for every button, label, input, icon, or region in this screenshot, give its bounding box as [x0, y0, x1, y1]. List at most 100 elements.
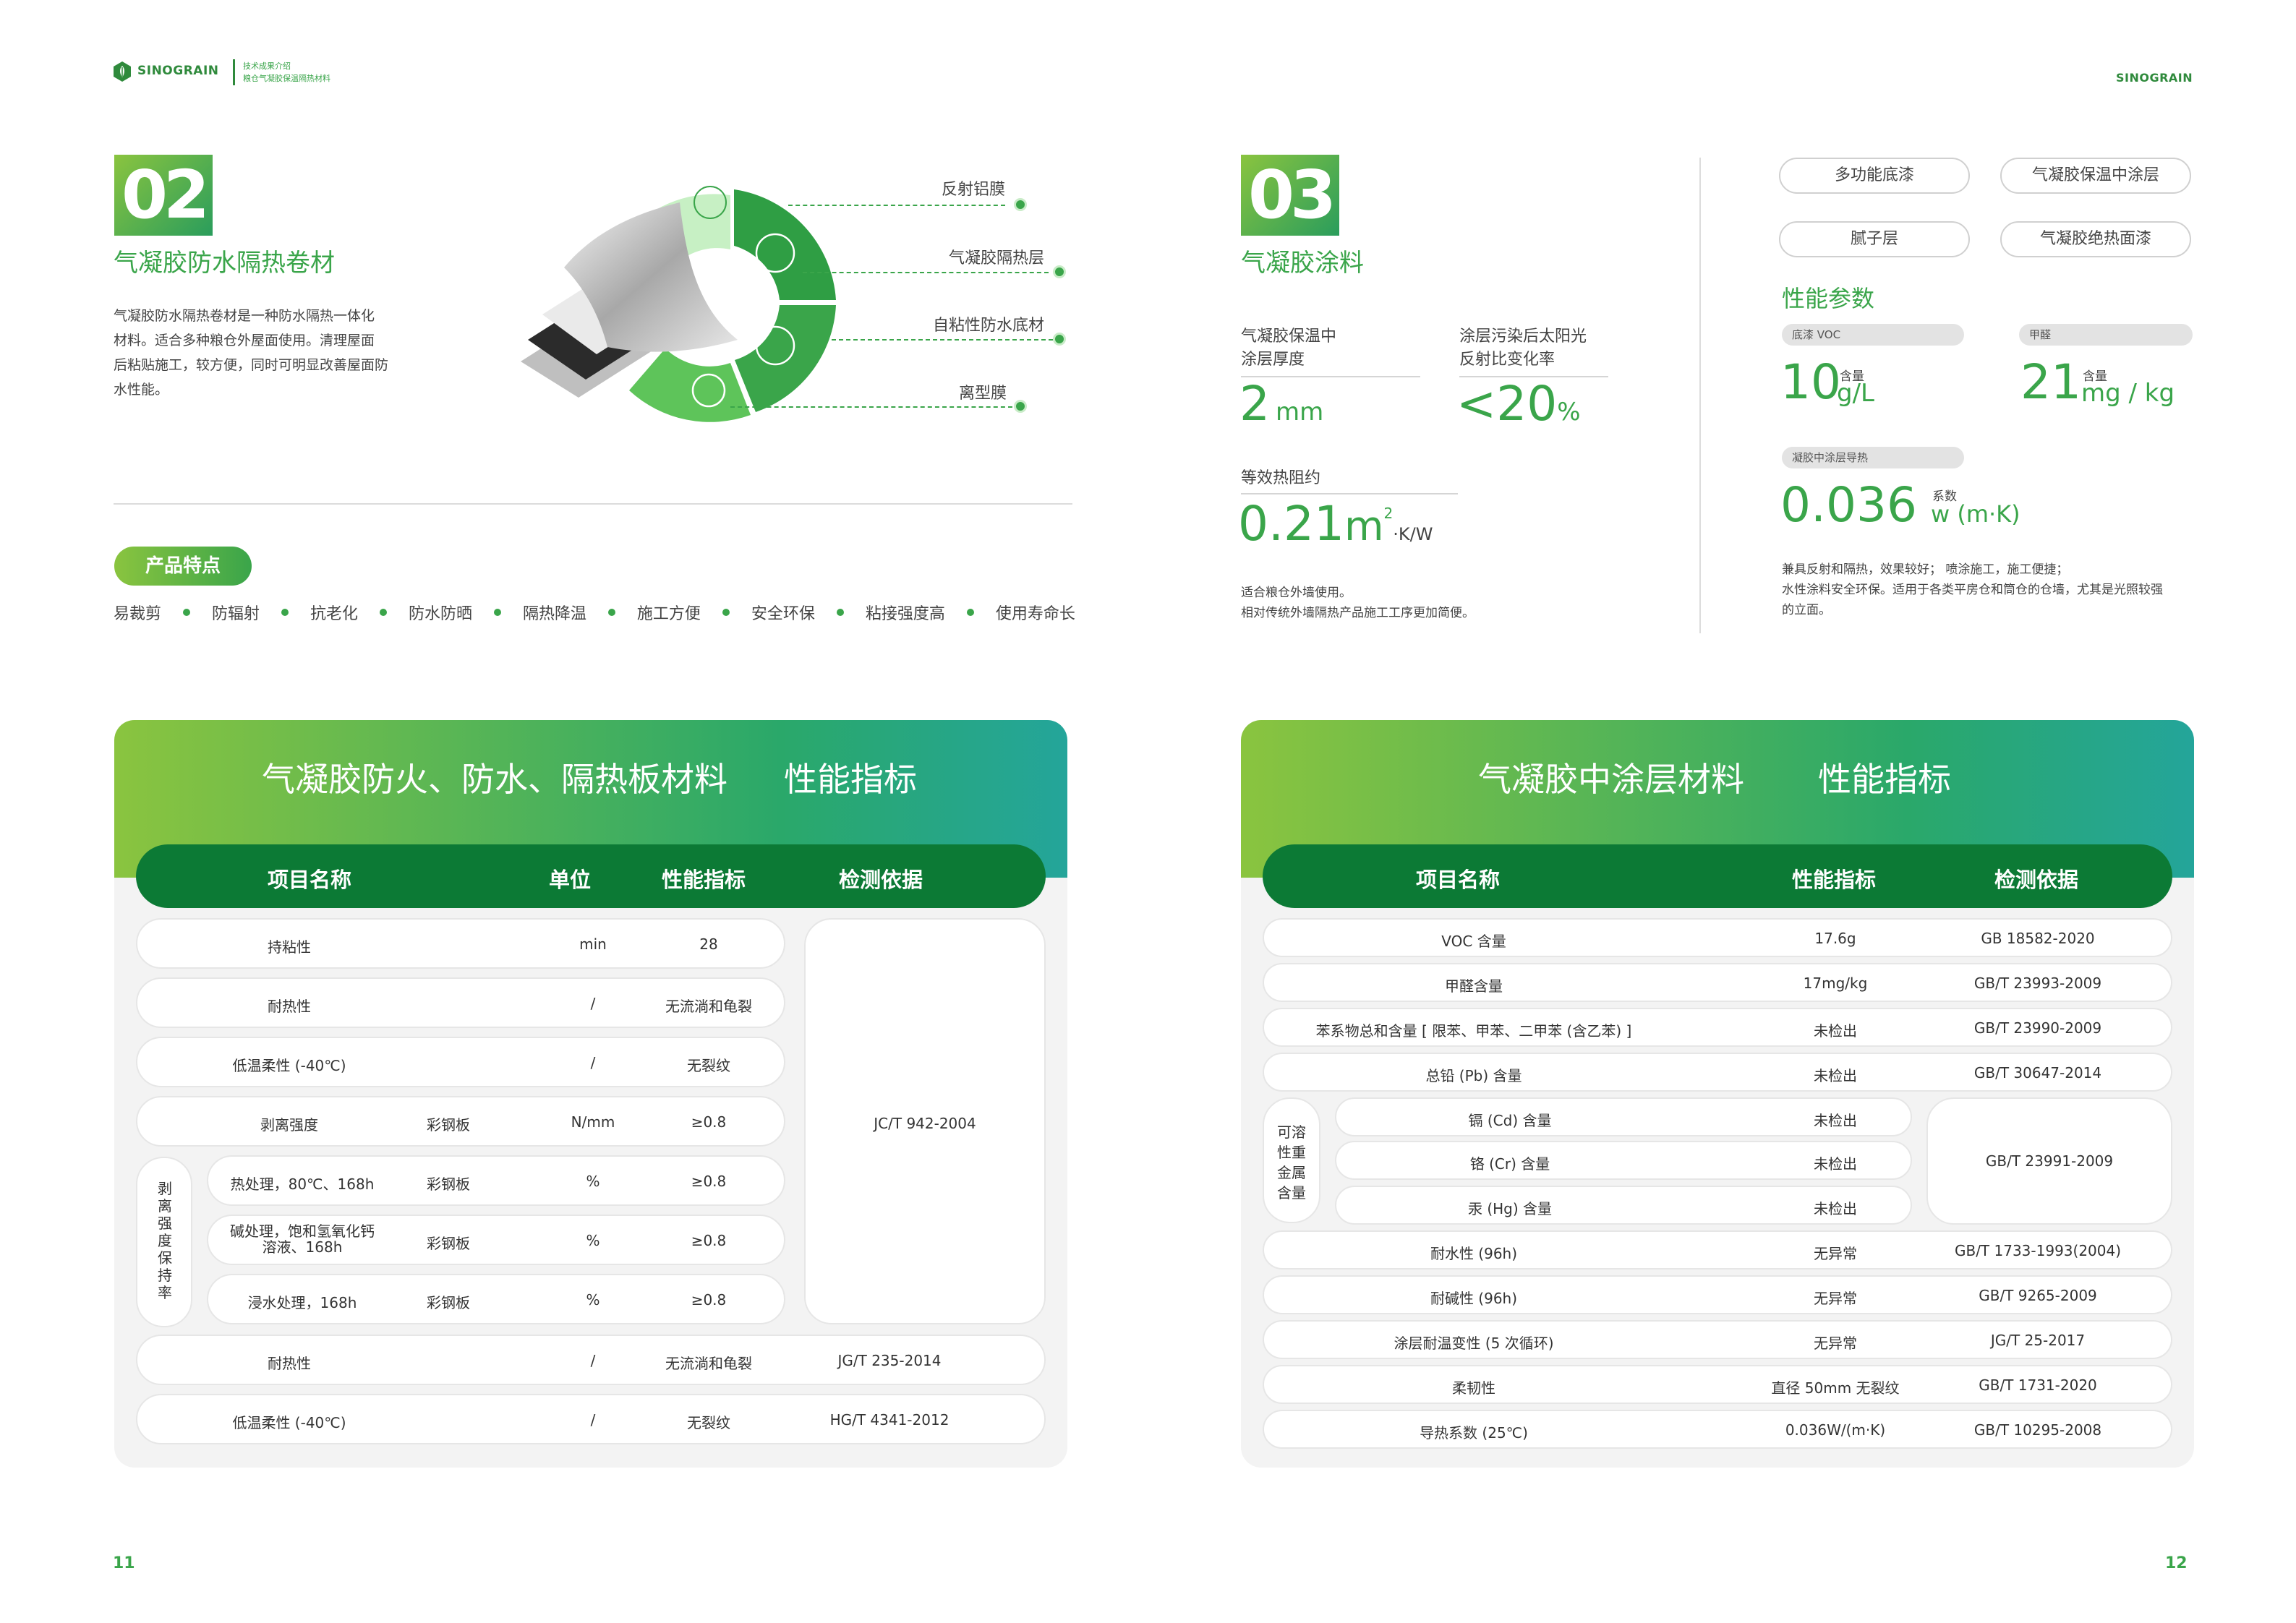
cell-name: 涂层耐温变性 (5 次循环): [1394, 1335, 1554, 1352]
table1-title: 气凝胶防火、防水、隔热板材料: [262, 760, 727, 799]
desc-line: 水性能。: [114, 382, 169, 398]
group-label-line: 性重: [1277, 1144, 1306, 1161]
stat-unit: m: [1344, 503, 1384, 550]
grain-logo-icon: [114, 61, 131, 82]
cell-name: 碱处理，饱和氢氧化钙 溶液、168h: [223, 1223, 382, 1255]
cell-unit: /: [590, 995, 596, 1012]
stat-unit-sup: 2: [1383, 504, 1394, 522]
cell-name: 浸水处理，168h: [247, 1294, 357, 1311]
vertical-divider: [1699, 158, 1701, 633]
page-number-left: 11: [113, 1554, 135, 1572]
note-line: 相对传统外墙隔热产品施工工序更加简便。: [1241, 606, 1475, 620]
cell-name-line: 溶液、168h: [262, 1238, 343, 1256]
callout-line: [803, 339, 1053, 341]
feature-item: 易裁剪: [114, 605, 162, 623]
cell-name: 耐碱性 (96h): [1430, 1290, 1518, 1307]
callout-line: [803, 272, 1049, 273]
cell-basis: GB 18582-2020: [1981, 930, 2095, 947]
cell-value: ≥0.8: [691, 1291, 727, 1309]
table-row: 铬 (Cr) 含量 未检出: [1335, 1141, 1912, 1180]
cell-name: VOC 含量: [1441, 933, 1506, 950]
cell-value: ≥0.8: [691, 1232, 727, 1249]
param-tag: 凝胶中涂层导热: [1782, 447, 1964, 468]
param-tag: 底漆 VOC: [1782, 324, 1964, 346]
table-row: 耐水性 (96h) 无异常 GB/T 1733-1993(2004): [1263, 1230, 2172, 1269]
cell-sub: 彩钢板: [427, 1235, 470, 1252]
stat-label-reflect: 涂层污染后太阳光 反射比变化率: [1459, 325, 1587, 372]
layer-pill: 多功能底漆: [1779, 158, 1970, 194]
table-row: 碱处理，饱和氢氧化钙 溶液、168h 彩钢板 % ≥0.8: [207, 1215, 785, 1265]
group-label: 可溶 性重 金属 含量: [1264, 1122, 1319, 1203]
callout-dot: [1053, 333, 1066, 346]
table-row: VOC 含量 17.6g GB 18582-2020: [1263, 918, 2172, 957]
stat-label-line: 涂层厚度: [1241, 351, 1305, 369]
section-title-02: 气凝胶防水隔热卷材: [114, 249, 335, 278]
cell-sub: 彩钢板: [427, 1176, 470, 1193]
cell-value: 未检出: [1814, 1067, 1857, 1084]
cell-value: 未检出: [1814, 1200, 1857, 1217]
cell-name: 甲醛含量: [1445, 977, 1503, 995]
table1-title-suffix: 性能指标: [784, 760, 917, 799]
cell-name: 低温柔性 (-40℃): [232, 1414, 346, 1431]
sec3-note: 适合粮仓外墙使用。 相对传统外墙隔热产品施工工序更加简便。: [1241, 583, 1475, 623]
table-row: 耐热性 / 无流淌和龟裂 JG/T 235-2014: [136, 1335, 1046, 1385]
table1-column-header: 项目名称 单位 性能指标 检测依据: [136, 844, 1046, 908]
feature-dot: [493, 609, 501, 616]
brand-right: SINOGRAIN: [2116, 71, 2193, 85]
note-line: 适合粮仓外墙使用。: [1241, 586, 1352, 600]
cell-name: 耐热性: [268, 998, 311, 1015]
table-row: 涂层耐温变性 (5 次循环) 无异常 JG/T 25-2017: [1263, 1320, 2172, 1359]
stat-label-resistance: 等效热阻约: [1241, 469, 1321, 487]
feature-dot: [836, 609, 844, 616]
feature-item: 防水防晒: [408, 605, 472, 623]
perf-note: 兼具反射和隔热，效果较好； 喷涂施工，施工便捷； 水性涂料安全环保。适用于各类平…: [1782, 560, 2163, 620]
cell-value: 无流淌和龟裂: [665, 998, 752, 1015]
cell-basis: JG/T 235-2014: [837, 1352, 942, 1369]
feature-item: 隔热降温: [522, 605, 586, 623]
cell-value: 无异常: [1814, 1335, 1857, 1352]
cell-sub: 彩钢板: [427, 1116, 470, 1134]
stat-label-line: 气凝胶保温中: [1241, 327, 1337, 346]
cell-value: 0.036W/(m·K): [1785, 1421, 1886, 1439]
param-unit: mg / kg: [2081, 379, 2175, 408]
cell-name: 持粘性: [268, 938, 311, 956]
cell-value: 无裂纹: [687, 1057, 730, 1074]
cell-name: 苯系物总和含量 [ 限苯、甲苯、二甲苯 (含乙苯) ]: [1315, 1022, 1632, 1040]
callout-dot: [1053, 265, 1066, 278]
cell-value: 17mg/kg: [1803, 975, 1868, 992]
feature-item: 抗老化: [310, 605, 358, 623]
stat-number: 2: [1239, 376, 1270, 432]
stat-value-reflect: <20%: [1456, 376, 1581, 432]
stat-unit-tail: ·K/W: [1393, 524, 1433, 544]
cell-value: 未检出: [1814, 1155, 1857, 1173]
header-divider: [233, 59, 235, 85]
cell-value: 28: [699, 935, 718, 953]
cell-unit: /: [590, 1411, 596, 1429]
layer-pill: 腻子层: [1779, 221, 1970, 257]
group-label-line: 含量: [1277, 1184, 1306, 1202]
callout-label: 离型膜: [959, 385, 1007, 403]
table-row: 低温柔性 (-40℃) / 无裂纹 HG/T 4341-2012: [136, 1394, 1046, 1444]
brand-left: SINOGRAIN: [137, 64, 219, 78]
feature-item: 施工方便: [636, 605, 701, 623]
cell-value: 未检出: [1814, 1022, 1857, 1040]
feature-dot: [966, 609, 974, 616]
callout-line: [788, 205, 1005, 206]
group-label-cell: 剥离强度保持率: [136, 1157, 192, 1327]
param-number: 10: [1780, 354, 1841, 410]
layer-pill: 气凝胶绝热面漆: [2000, 221, 2191, 257]
cell-unit: N/mm: [571, 1113, 615, 1131]
cell-value: 17.6g: [1814, 930, 1856, 947]
feature-item: 使用寿命长: [995, 605, 1075, 623]
section-divider: [114, 503, 1072, 505]
cell-name: 热处理，80℃、168h: [230, 1176, 375, 1193]
table-row: 剥离强度 彩钢板 N/mm ≥0.8: [136, 1096, 785, 1147]
cell-unit: %: [586, 1173, 600, 1190]
cell-value: 无裂纹: [687, 1414, 730, 1431]
cell-basis: HG/T 4341-2012: [829, 1411, 949, 1429]
sec2-description: 气凝胶防水隔热卷材是一种防水隔热一体化 材料。适合多种粮仓外屋面使用。清理屋面 …: [114, 304, 388, 402]
cell-name: 镉 (Cd) 含量: [1468, 1112, 1552, 1129]
stat-label-thickness: 气凝胶保温中 涂层厚度: [1241, 325, 1336, 372]
cell-unit: min: [579, 935, 607, 953]
cell-sub: 彩钢板: [427, 1294, 470, 1311]
